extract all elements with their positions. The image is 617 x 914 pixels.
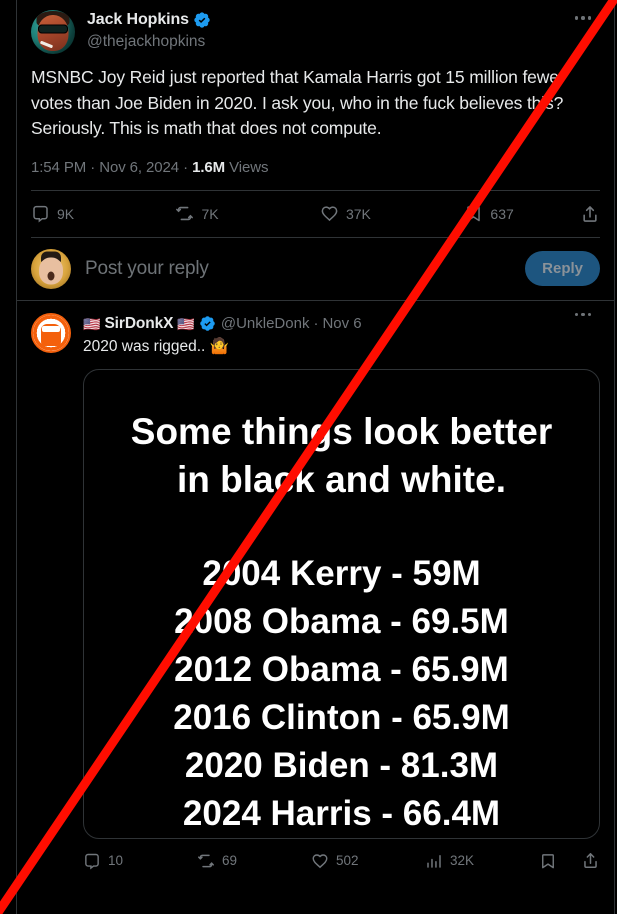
views-count: 32K <box>450 853 475 868</box>
repost-count: 69 <box>222 853 238 868</box>
main-tweet-header: Jack Hopkins @thejackhopkins <box>31 10 600 54</box>
reply-composer[interactable]: Post your reply Reply <box>17 238 614 300</box>
bookmark-action[interactable]: 637 <box>464 204 580 223</box>
meme-title-line2: in black and white. <box>177 458 506 500</box>
reply-tweet-header: 🇺🇸 SirDonkX 🇺🇸 @UnkleDonk · Nov 6 <box>83 312 600 335</box>
meme-line-0: 2004 Kerry - 59M <box>202 553 481 593</box>
reply-tweet-content: 🇺🇸 SirDonkX 🇺🇸 @UnkleDonk · Nov 6 2020 w… <box>83 312 600 881</box>
main-tweet-actions: 9K 7K 37K 637 <box>31 191 600 237</box>
twitter-thread-page: Jack Hopkins @thejackhopkins MSNBC Joy R… <box>0 0 617 914</box>
share-action[interactable] <box>581 851 600 870</box>
analytics-icon <box>425 852 443 870</box>
reply-tweet-handle[interactable]: @UnkleDonk <box>221 314 310 334</box>
share-icon <box>580 204 600 224</box>
meme-line-5: 2024 Harris - 66.4M <box>182 793 501 833</box>
repost-count: 7K <box>201 205 219 222</box>
reply-input[interactable]: Post your reply <box>85 258 525 280</box>
main-tweet-time: 1:54 PM <box>31 158 87 176</box>
bookmark-action[interactable] <box>539 852 557 870</box>
current-user-avatar[interactable] <box>31 248 71 289</box>
reply-tweet-display-name[interactable]: SirDonkX <box>104 314 173 334</box>
reply-action[interactable]: 10 <box>83 852 197 870</box>
meme-line-4: 2020 Biden - 81.3M <box>184 745 499 785</box>
repost-action[interactable]: 69 <box>197 852 311 870</box>
reply-icon <box>83 852 101 870</box>
meme-line-3: 2016 Clinton - 65.9M <box>173 697 510 737</box>
reply-tweet-date[interactable]: Nov 6 <box>322 314 361 334</box>
like-action[interactable]: 37K <box>320 204 464 223</box>
share-icon <box>581 851 600 870</box>
meme-line-2: 2012 Obama - 65.9M <box>174 649 509 689</box>
verified-badge-icon <box>193 11 211 29</box>
timeline-feed: Jack Hopkins @thejackhopkins MSNBC Joy R… <box>17 0 614 914</box>
views-action[interactable]: 32K <box>425 852 539 870</box>
main-tweet-handle[interactable]: @thejackhopkins <box>87 31 566 52</box>
bookmark-icon <box>539 852 557 870</box>
repost-icon <box>197 852 215 870</box>
reply-count: 10 <box>108 853 124 868</box>
more-options-icon[interactable] <box>566 312 600 335</box>
main-tweet[interactable]: Jack Hopkins @thejackhopkins MSNBC Joy R… <box>17 0 614 238</box>
sirdonkx-avatar[interactable] <box>31 312 71 353</box>
meme-title-line1: Some things look better <box>130 410 553 452</box>
main-tweet-views-count: 1.6M <box>192 158 226 176</box>
flag-icon-right: 🇺🇸 <box>177 315 195 332</box>
meme-vote-list: 2004 Kerry - 59M 2008 Obama - 69.5M 2012… <box>173 550 509 838</box>
bookmark-icon <box>464 204 483 223</box>
main-tweet-identity: Jack Hopkins @thejackhopkins <box>87 10 566 52</box>
like-count: 37K <box>345 205 371 222</box>
main-tweet-meta: 1:54 PM · Nov 6, 2024 · 1.6M Views <box>31 159 600 176</box>
repost-action[interactable]: 7K <box>175 204 319 223</box>
reply-tweet-sep: · <box>313 314 319 332</box>
bookmark-count: 637 <box>490 205 514 222</box>
reply-count: 9K <box>57 205 75 222</box>
like-action[interactable]: 502 <box>311 852 425 870</box>
reply-icon <box>31 204 50 223</box>
like-count: 502 <box>336 853 359 868</box>
main-tweet-date: Nov 6, 2024 <box>99 158 180 176</box>
verified-badge-icon <box>199 315 217 333</box>
meme-image: Some things look better in black and whi… <box>84 370 599 838</box>
flag-icon-left: 🇺🇸 <box>83 315 101 332</box>
more-options-icon[interactable] <box>566 10 600 38</box>
column-border-right <box>614 0 615 914</box>
reply-tweet-media[interactable]: Some things look better in black and whi… <box>83 368 600 839</box>
heart-icon <box>311 852 329 870</box>
meta-sep-1: · <box>90 158 96 176</box>
repost-icon <box>175 204 194 223</box>
main-tweet-divider-bottom <box>31 236 600 238</box>
main-tweet-views-label: Views <box>229 158 269 176</box>
reply-tweet-text: 2020 was rigged.. 🤷 <box>83 337 229 355</box>
reply-tweet[interactable]: 🇺🇸 SirDonkX 🇺🇸 @UnkleDonk · Nov 6 2020 w… <box>17 301 614 881</box>
reply-submit-button[interactable]: Reply <box>525 251 600 286</box>
jack-hopkins-avatar[interactable] <box>31 10 75 54</box>
reply-tweet-actions: 10 69 502 32K <box>83 841 600 881</box>
heart-icon <box>320 204 339 223</box>
main-tweet-display-name[interactable]: Jack Hopkins <box>87 10 189 30</box>
meta-sep-2: · <box>183 158 189 176</box>
reply-action[interactable]: 9K <box>31 204 175 223</box>
share-action[interactable] <box>580 204 600 224</box>
main-tweet-text: MSNBC Joy Reid just reported that Kamala… <box>31 67 570 138</box>
meme-line-1: 2008 Obama - 69.5M <box>174 601 509 641</box>
